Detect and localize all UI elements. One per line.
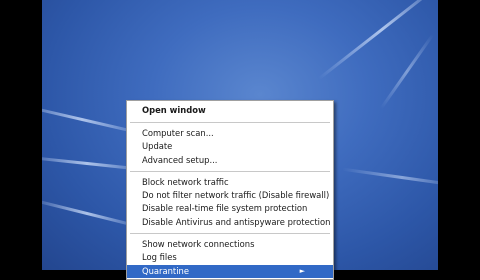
- menu-separator: [130, 170, 330, 172]
- menu-item-show-network-connections[interactable]: Show network connections: [127, 238, 333, 251]
- letterbox-left: [0, 0, 42, 270]
- menu-item-log-files[interactable]: Log files: [127, 251, 333, 264]
- menu-separator: [130, 122, 330, 123]
- menu-item-update[interactable]: Update: [127, 140, 333, 153]
- menu-item-disable-firewall[interactable]: Do not filter network traffic (Disable f…: [127, 189, 333, 202]
- menu-item-computer-scan[interactable]: Computer scan...: [127, 127, 333, 140]
- menu-item-block-network-traffic[interactable]: Block network traffic: [127, 176, 333, 189]
- menu-separator: [130, 233, 330, 235]
- menu-item-open-window[interactable]: Open window: [127, 103, 333, 118]
- menu-item-disable-antivirus[interactable]: Disable Antivirus and antispyware protec…: [127, 216, 333, 229]
- menu-item-advanced-setup[interactable]: Advanced setup...: [127, 154, 333, 167]
- letterbox-right: [438, 0, 480, 270]
- menu-item-disable-realtime-protection[interactable]: Disable real-time file system protection: [127, 202, 333, 215]
- menu-item-highlighted[interactable]: Quarantine ►: [127, 264, 333, 278]
- arrow-right-icon: ►: [299, 266, 305, 275]
- wallpaper-streak: [379, 33, 435, 110]
- wallpaper-streak: [318, 0, 438, 80]
- menu-item-highlighted-label: Quarantine: [142, 265, 189, 276]
- wallpaper-streak: [342, 167, 438, 188]
- context-menu: Open window Computer scan... Update Adva…: [126, 100, 334, 280]
